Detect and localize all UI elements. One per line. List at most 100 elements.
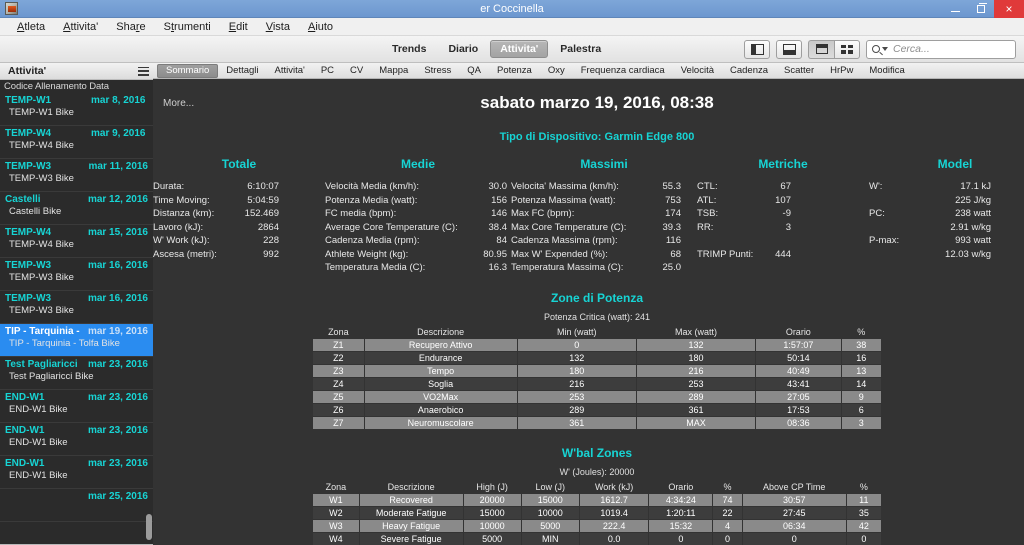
sidebar-scrollbar-thumb[interactable]	[146, 514, 152, 540]
stat-row: Velocità Media (km/h): 30.0	[325, 180, 511, 194]
activity-view-tab[interactable]: Attivita'	[267, 64, 313, 78]
stat-key: FC media (bpm):	[325, 208, 397, 219]
activity-view-tab[interactable]: Mappa	[371, 64, 416, 78]
toolbar-tab-palestra[interactable]: Palestra	[550, 40, 611, 58]
activity-list-item[interactable]: TEMP-W1 mar 8, 2016 TEMP-W1 Bike	[0, 93, 153, 126]
toolbar-tab-group: Trends Diario Attivita' Palestra	[382, 40, 611, 58]
stat-key: Lavoro (kJ):	[153, 221, 204, 233]
stat-key: TRIMP Punti:	[697, 248, 754, 260]
table-row: W2 Moderate Fatigue 15000 10000 1019.4 1:20:1…	[313, 506, 881, 519]
activity-list[interactable]: TEMP-W1 mar 8, 2016 TEMP-W1 Bike TEMP-W4 mar…	[0, 93, 153, 544]
stat-row: 225 J/kg	[869, 194, 1024, 208]
activity-date: mar 23, 2016	[87, 425, 148, 436]
activity-code: Castelli	[5, 194, 41, 205]
table-cell: 14	[841, 377, 881, 390]
toggle-bottom-panel-button[interactable]	[776, 39, 802, 59]
stat-key: Potenza Media (watt):	[325, 194, 418, 206]
activity-view-tab[interactable]: Dettagli	[218, 64, 266, 78]
table-cell: 0	[742, 532, 846, 545]
activity-code: TEMP-W3	[5, 161, 52, 172]
activity-view-tab[interactable]: Scatter	[776, 64, 822, 78]
stat-value: 84	[496, 235, 507, 246]
menu-share[interactable]: Share	[107, 18, 154, 36]
activity-list-item[interactable]: END-W1 mar 23, 2016 END-W1 Bike	[0, 423, 153, 456]
activity-list-item[interactable]: TIP - Tarquinia - mar 19, 2016 TIP - Tarqu…	[0, 324, 153, 357]
activity-list-item[interactable]: mar 25, 2016	[0, 489, 153, 522]
more-link[interactable]: More...	[163, 98, 194, 109]
stat-key	[869, 248, 921, 262]
menu-strumenti[interactable]: Strumenti	[155, 18, 220, 36]
stat-row: Max W' Expended (%): 68	[511, 248, 697, 262]
activity-view-tab[interactable]: Modifica	[861, 64, 912, 78]
activity-view-tab[interactable]: PC	[313, 64, 342, 78]
table-column-header: Max (watt)	[674, 326, 717, 337]
table-cell: Z4	[313, 377, 364, 390]
activity-view-tab[interactable]: QA	[459, 64, 489, 78]
activity-name: TEMP-W4 Bike	[9, 239, 74, 250]
activity-list-item[interactable]: TEMP-W4 mar 9, 2016 TEMP-W4 Bike	[0, 126, 153, 159]
stat-value: 30.0	[488, 181, 508, 192]
menu-atleta[interactable]: Atleta	[8, 18, 54, 36]
panel-bottom-icon	[782, 43, 796, 55]
activity-date: mar 15, 2016	[87, 227, 148, 238]
sidebar-hamburger-icon[interactable]	[138, 66, 149, 76]
single-view-button[interactable]	[808, 39, 834, 59]
activity-list-item[interactable]: TEMP-W4 mar 15, 2016 TEMP-W4 Bike	[0, 225, 153, 258]
stat-row: Temperatura Media (C): 16.3	[325, 261, 511, 275]
stat-row: Max FC (bpm): 174	[511, 207, 697, 221]
stat-key: TSB:	[697, 208, 719, 219]
stat-key: Average Core Temperature (C):	[325, 221, 458, 233]
table-cell: 27:05	[756, 390, 841, 403]
table-cell: Anaerobico	[364, 403, 517, 416]
toggle-sidebar-button[interactable]	[744, 39, 770, 59]
toolbar-tab-trends[interactable]: Trends	[382, 40, 436, 58]
activity-view-tab[interactable]: HrPw	[822, 64, 861, 78]
table-cell: 1:57:07	[756, 338, 841, 351]
view-mode-segmented-control	[808, 39, 860, 59]
menu-vista[interactable]: Vista	[257, 18, 299, 36]
table-cell: W3	[313, 519, 359, 532]
table-cell: 27:45	[742, 506, 846, 519]
activity-list-item[interactable]: END-W1 mar 23, 2016 END-W1 Bike	[0, 390, 153, 423]
table-row: W3 Heavy Fatigue 10000 5000 222.4 15:32 4 06:34…	[313, 519, 881, 532]
menu-attivita[interactable]: Attivita'	[54, 18, 107, 36]
chevron-down-icon[interactable]	[882, 47, 888, 51]
activity-view-tab[interactable]: Frequenza cardiaca	[573, 64, 673, 78]
activity-list-item[interactable]: Test Pagliaricci mar 23, 2016 Test Pagliar…	[0, 357, 153, 390]
menu-share-label: Sha	[116, 20, 136, 33]
menu-edit[interactable]: Edit	[220, 18, 257, 36]
activity-view-tab[interactable]: CV	[342, 64, 371, 78]
activity-list-item[interactable]: Castelli mar 12, 2016 Castelli Bike	[0, 192, 153, 225]
activity-list-item[interactable]: TEMP-W3 mar 16, 2016 TEMP-W3 Bike	[0, 258, 153, 291]
window-title: er Coccinella	[480, 2, 544, 15]
stat-value: 3	[785, 221, 791, 233]
table-cell: 06:34	[742, 519, 846, 532]
activity-view-tab[interactable]: Oxy	[540, 64, 573, 78]
activity-list-item[interactable]: END-W1 mar 23, 2016 END-W1 Bike	[0, 456, 153, 489]
power-zones-subtitle: Potenza Critica (watt): 241	[543, 311, 651, 322]
stat-value: 146	[491, 208, 507, 219]
activity-date: mar 12, 2016	[87, 194, 148, 205]
table-cell: 9	[841, 390, 881, 403]
stat-value: 238 watt	[955, 208, 991, 219]
activity-list-item[interactable]: TEMP-W3 mar 11, 2016 TEMP-W3 Bike	[0, 159, 153, 192]
search-input[interactable]: Cerca...	[866, 39, 1016, 59]
toolbar-tab-attivita[interactable]: Attivita'	[490, 40, 549, 58]
activity-row-primary: END-W1 mar 23, 2016	[5, 392, 148, 403]
table-cell: 40:49	[756, 364, 841, 377]
stat-spacer	[697, 234, 869, 248]
table-header-row: Zona Descrizione High (J) Low (J) Work (kJ) O…	[313, 481, 881, 493]
activity-row-primary: Castelli mar 12, 2016	[5, 194, 148, 205]
activity-view-tab[interactable]: Cadenza	[722, 64, 776, 78]
stat-key: W':	[869, 181, 883, 192]
activity-view-tab[interactable]: Sommario	[157, 63, 219, 78]
activity-view-tab[interactable]: Potenza	[489, 64, 540, 78]
activity-list-item[interactable]: TEMP-W3 mar 16, 2016 TEMP-W3 Bike	[0, 291, 153, 324]
activity-date: mar 16, 2016	[87, 293, 148, 304]
activity-view-tab[interactable]: Velocità	[673, 64, 722, 78]
table-cell: Endurance	[364, 351, 517, 364]
activity-view-tab[interactable]: Stress	[416, 64, 459, 78]
menu-aiuto[interactable]: Aiuto	[299, 18, 342, 36]
grid-view-button[interactable]	[834, 39, 860, 59]
toolbar-tab-diario[interactable]: Diario	[438, 40, 488, 58]
